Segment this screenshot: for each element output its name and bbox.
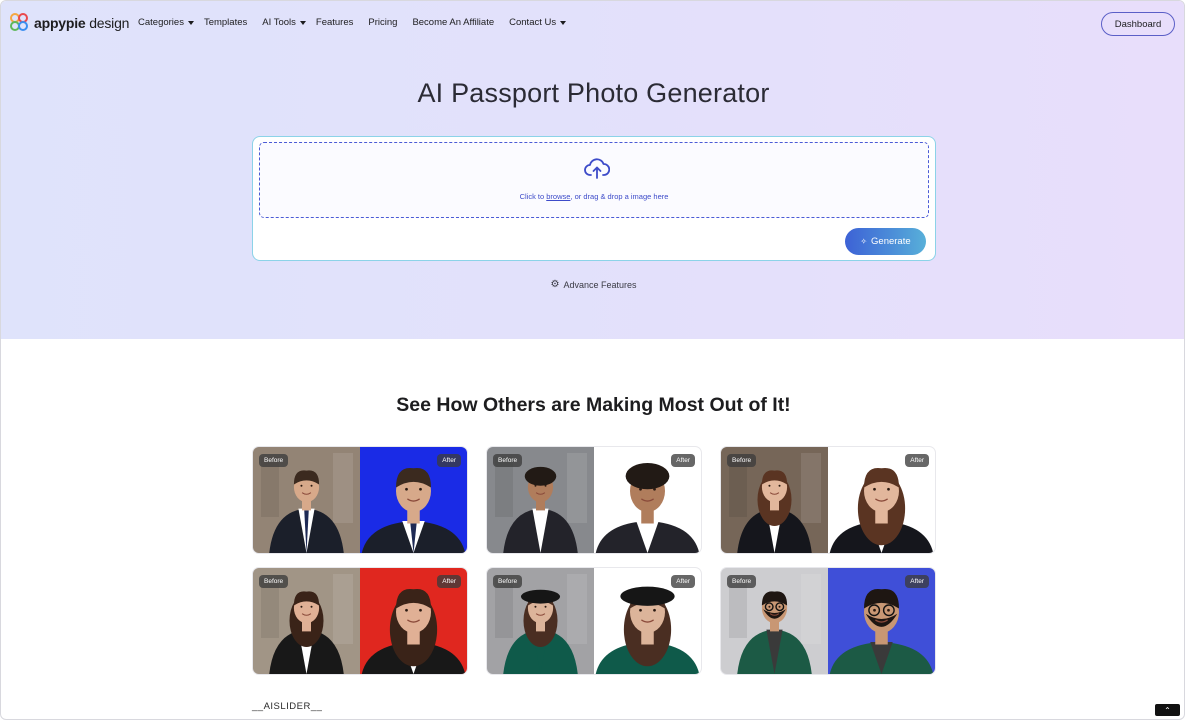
caret-down-icon: [560, 20, 567, 25]
before-half: Before: [487, 568, 594, 674]
nav-item-categories[interactable]: Categories: [138, 17, 194, 28]
example-card[interactable]: Before After: [721, 568, 935, 674]
hero-section: appypie design Categories Templates AI T…: [1, 1, 1184, 339]
before-badge: Before: [493, 454, 523, 467]
caret-down-icon: [299, 20, 306, 25]
after-half: After: [594, 447, 701, 553]
caret-down-icon: [187, 20, 194, 25]
after-badge: After: [905, 454, 929, 467]
brand-name: appypie design: [34, 15, 130, 31]
nav-item-affiliate[interactable]: Become An Affiliate: [412, 17, 494, 28]
nav-item-features[interactable]: Features: [316, 17, 354, 28]
advance-features-toggle[interactable]: ⚙ Advance Features: [1, 279, 1184, 290]
before-badge: Before: [259, 454, 289, 467]
nav-item-pricing[interactable]: Pricing: [368, 17, 397, 28]
top-navigation: appypie design Categories Templates AI T…: [1, 1, 1184, 45]
scroll-to-top-button[interactable]: ⌃: [1155, 704, 1180, 716]
nav-item-templates[interactable]: Templates: [204, 17, 247, 28]
after-half: After: [828, 568, 935, 674]
after-badge: After: [437, 575, 461, 588]
before-half: Before: [253, 447, 360, 553]
before-half: Before: [253, 568, 360, 674]
before-badge: Before: [727, 575, 757, 588]
after-half: After: [594, 568, 701, 674]
gear-icon: ⚙: [550, 279, 560, 290]
chevron-up-double-icon: ⌃: [1164, 705, 1171, 715]
before-badge: Before: [727, 454, 757, 467]
after-badge: After: [671, 575, 695, 588]
before-half: Before: [721, 568, 828, 674]
after-half: After: [360, 568, 467, 674]
nav-item-ai-tools[interactable]: AI Tools: [262, 17, 306, 28]
ai-slider-placeholder: __AISLIDER__: [252, 701, 323, 712]
dropzone-instructions: Click to browse, or drag & drop a image …: [519, 192, 669, 201]
examples-title: See How Others are Making Most Out of It…: [396, 394, 791, 416]
browse-link[interactable]: browse: [546, 192, 570, 201]
example-card[interactable]: Before After: [487, 568, 701, 674]
brand-logo[interactable]: appypie design: [10, 13, 129, 33]
page-title: AI Passport Photo Generator: [417, 78, 770, 108]
sparkle-icon: ✧: [860, 237, 868, 246]
upload-card: Click to browse, or drag & drop a image …: [252, 136, 936, 261]
before-half: Before: [721, 447, 828, 553]
generate-button[interactable]: ✧ Generate: [845, 228, 926, 255]
example-card[interactable]: Before After: [721, 447, 935, 553]
after-badge: After: [671, 454, 695, 467]
main-menu: Categories Templates AI Tools Features P…: [138, 17, 581, 28]
image-dropzone[interactable]: Click to browse, or drag & drop a image …: [259, 142, 929, 218]
example-card[interactable]: Before After: [253, 568, 467, 674]
after-badge: After: [437, 454, 461, 467]
after-badge: After: [905, 575, 929, 588]
example-card[interactable]: Before After: [253, 447, 467, 553]
before-badge: Before: [493, 575, 523, 588]
appypie-logo-icon: [10, 13, 30, 33]
nav-item-contact-us[interactable]: Contact Us: [509, 17, 567, 28]
example-card[interactable]: Before After: [487, 447, 701, 553]
after-half: After: [828, 447, 935, 553]
before-half: Before: [487, 447, 594, 553]
after-half: After: [360, 447, 467, 553]
dashboard-button[interactable]: Dashboard: [1101, 12, 1175, 36]
before-badge: Before: [259, 575, 289, 588]
cloud-upload-icon: [584, 158, 610, 179]
browser-page: appypie design Categories Templates AI T…: [0, 0, 1185, 720]
